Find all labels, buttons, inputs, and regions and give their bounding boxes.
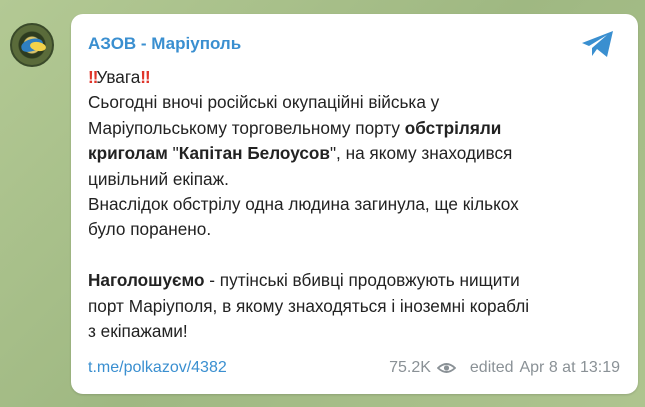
message-line: Наголошуємо - путінські вбивці продовжую…: [88, 268, 618, 293]
message-timestamp: Apr 8 at 13:19: [519, 359, 620, 376]
bold-span: Наголошуємо: [88, 270, 205, 291]
message-line: криголам "Капітан Белоусов", на якому зн…: [88, 141, 618, 166]
message-line: порт Маріуполя, в якому знаходяться і ін…: [88, 295, 530, 316]
message-line: з екіпажами!: [88, 321, 188, 342]
message-bubble: АЗОВ - Маріуполь ‼Увага‼ Сьогодні вночі …: [71, 14, 638, 394]
message-line: цивільний екіпаж.: [88, 168, 229, 189]
text-span: Маріупольському торговельному порту: [88, 117, 405, 138]
message-footer: t.me/polkazov/4382 75.2K edited Apr 8 at…: [88, 359, 620, 377]
message-line: було поранено.: [88, 219, 212, 240]
warning-label: Увага: [96, 67, 141, 87]
warning-line: ‼Увага‼: [88, 65, 618, 90]
view-count-value: 75.2K: [389, 359, 431, 376]
view-count: 75.2K: [389, 359, 456, 377]
telegram-plane-icon[interactable]: [580, 29, 616, 59]
eye-icon: [436, 363, 456, 373]
bold-span: криголам: [88, 143, 168, 164]
channel-avatar[interactable]: [10, 23, 54, 67]
channel-name[interactable]: АЗОВ - Маріуполь: [88, 34, 241, 54]
warning-marks-end: ‼: [140, 67, 150, 87]
text-span: ", на якому знаходився: [329, 143, 513, 164]
bold-span: Капітан Белоусов: [178, 143, 330, 164]
message-text: ‼Увага‼ Сьогодні вночі російські окупаці…: [88, 65, 618, 344]
text-span: - путінські вбивці продовжують нищити: [204, 270, 520, 291]
bold-span: обстріляли: [404, 117, 502, 138]
edited-label: edited: [469, 359, 514, 376]
message-line: Сьогодні вночі російські окупаційні війс…: [88, 92, 440, 113]
message-line: Маріупольському торговельному порту обст…: [88, 116, 618, 141]
text-span: ": [167, 143, 179, 164]
post-link[interactable]: t.me/polkazov/4382: [88, 359, 227, 377]
message-line: Внаслідок обстрілу одна людина загинула,…: [88, 194, 519, 215]
